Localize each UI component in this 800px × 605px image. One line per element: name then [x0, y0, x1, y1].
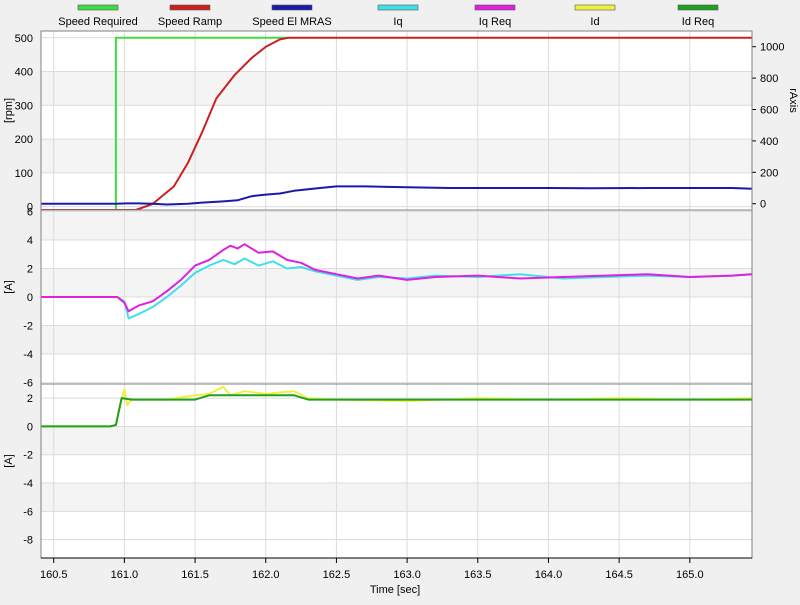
panel-0-y2-label: rAxis: [787, 88, 799, 113]
x-tick-label-8: 164.5: [605, 569, 633, 581]
x-tick-label-4: 162.5: [323, 569, 351, 581]
legend: Speed Required Speed Ramp Speed El MRAS Iq I…: [58, 4, 719, 28]
panel-0-y-label: [rpm]: [3, 98, 15, 123]
panel-0-y2tick-3: 600: [760, 105, 778, 117]
panel-2-y-label: [A]: [3, 454, 15, 467]
panel-0-y2tick-4: 800: [760, 73, 778, 85]
panel-1-ytick-4: 2: [27, 263, 33, 275]
x-tick-label-3: 162.0: [252, 569, 280, 581]
panel-0-y2tick-5: 1000: [760, 42, 784, 54]
panel-1-band-3: [41, 268, 752, 297]
panel-1-ytick-2: -2: [23, 321, 33, 333]
x-tick-label-1: 161.0: [111, 569, 139, 581]
legend-label-3: Iq: [393, 16, 402, 28]
x-tick-label-0: 160.5: [40, 569, 68, 581]
legend-swatch-5: [574, 4, 616, 11]
panel-0-ytick-3: 300: [15, 100, 33, 112]
panel-2: -8 -6 -4 -2 0 2 [A]: [3, 383, 753, 559]
legend-label-6: Id Req: [682, 16, 714, 28]
panel-2-ytick-0: -8: [23, 535, 33, 547]
panel-1-ytick-1: -4: [23, 349, 33, 361]
panel-1-band-1: [41, 325, 752, 355]
panel-0-ytick-1: 100: [15, 168, 33, 180]
panel-2-ytick-1: -6: [23, 506, 33, 518]
panel-0-y2tick-0: 0: [760, 199, 766, 211]
legend-swatch-2: [271, 4, 313, 11]
legend-swatch-6: [677, 4, 719, 11]
panel-2-background: [41, 384, 752, 558]
panel-2-ytick-3: -2: [23, 450, 33, 462]
legend-label-0: Speed Required: [58, 16, 138, 28]
panel-1-ytick-6: 6: [27, 206, 33, 218]
panel-0-y2tick-2: 400: [760, 136, 778, 148]
panel-2-ytick-2: -4: [23, 478, 33, 490]
panel-2-ytick-5: 2: [27, 393, 33, 405]
panel-0-band-1: [41, 139, 752, 173]
legend-swatch-3: [377, 4, 419, 11]
chart-canvas[interactable]: Speed Required Speed Ramp Speed El MRAS Iq I…: [0, 0, 800, 600]
panel-1-ytick-5: 4: [27, 235, 33, 247]
x-tick-label-6: 163.5: [464, 569, 492, 581]
x-axis: Time [sec] 160.5 161.0 161.5 162.0 162.5 163.…: [40, 557, 752, 596]
legend-swatch-1: [169, 4, 211, 11]
panel-0-ytick-5: 500: [15, 33, 33, 45]
panel-2-band-3: [41, 426, 752, 455]
panel-0-ytick-4: 400: [15, 67, 33, 79]
panel-0-y2tick-1: 200: [760, 167, 778, 179]
panel-0-ytick-2: 200: [15, 134, 33, 146]
legend-label-5: Id: [590, 16, 599, 28]
panel-1-band-5: [41, 211, 752, 240]
plot-area: 0 100 200 300 400 500 0 200 400 600 800 1000 rAxis [r…: [3, 30, 799, 559]
panel-2-band-1: [41, 483, 752, 512]
panel-2-ytick-4: 0: [27, 421, 33, 433]
x-axis-label: Time [sec]: [370, 584, 420, 596]
panel-0-band-3: [41, 71, 752, 106]
x-tick-label-2: 161.5: [181, 569, 209, 581]
chart-window: Speed Required Speed Ramp Speed El MRAS Iq I…: [0, 0, 800, 600]
panel-1: -6 -4 -2 0 2 4 6 [A]: [3, 206, 753, 390]
x-tick-label-9: 165.0: [676, 569, 704, 581]
legend-label-1: Speed Ramp: [158, 16, 222, 28]
panel-1-ytick-0: -6: [23, 378, 33, 390]
legend-swatch-4: [474, 4, 516, 11]
x-tick-label-5: 163.0: [393, 569, 421, 581]
panel-0: 010020030040050002004006008001000rAxis[r…: [3, 30, 799, 214]
legend-label-4: Iq Req: [479, 16, 511, 28]
x-tick-label-7: 164.0: [535, 569, 563, 581]
panel-1-y-label: [A]: [3, 280, 15, 293]
legend-swatch-0: [77, 4, 119, 11]
panel-1-ytick-3: 0: [27, 292, 33, 304]
panel-0-background: [41, 31, 752, 210]
legend-label-2: Speed El MRAS: [252, 16, 331, 28]
